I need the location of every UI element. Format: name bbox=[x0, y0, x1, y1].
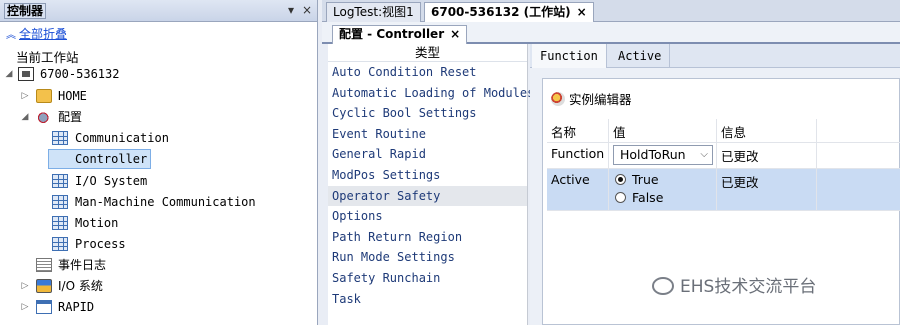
instance-tab-function[interactable]: Function bbox=[532, 44, 607, 68]
double-chevron-up-icon: ︽ bbox=[6, 30, 16, 41]
parameter-row-active[interactable]: Active True False 已更改 bbox=[547, 169, 900, 211]
tree-item-motion[interactable]: Motion bbox=[0, 213, 318, 233]
type-list-item[interactable]: Automatic Loading of Modules bbox=[328, 83, 534, 104]
io-system-icon bbox=[36, 279, 52, 293]
controller-panel: 控制器 ▾ × ︽ 全部折叠 当前工作站 ◢ 6700-536132 ▷ HOME… bbox=[0, 0, 318, 325]
tree-item-io[interactable]: ▷ I/O 系统 bbox=[0, 276, 318, 296]
document-tab-strip: LogTest:视图1 6700-536132 (工作站) × bbox=[322, 0, 900, 22]
folder-icon bbox=[36, 89, 52, 103]
radio-unselected-icon[interactable] bbox=[615, 192, 626, 203]
tab-config-controller[interactable]: 配置 - Controller × bbox=[332, 25, 468, 44]
tree-item-process[interactable]: Process bbox=[0, 234, 318, 254]
wechat-icon bbox=[652, 277, 674, 295]
type-list-item[interactable]: General Rapid bbox=[328, 144, 527, 165]
parameter-name: Function bbox=[547, 143, 609, 168]
type-list-item[interactable]: Task bbox=[328, 289, 527, 310]
topic-grid-icon bbox=[52, 195, 68, 209]
expanded-arrow-icon[interactable]: ◢ bbox=[20, 107, 30, 127]
type-list-header: 类型 bbox=[328, 44, 527, 62]
close-tab-icon[interactable]: × bbox=[450, 27, 460, 41]
type-list-item[interactable]: Cyclic Bool Settings bbox=[328, 103, 527, 124]
column-header-name: 名称 bbox=[547, 119, 609, 142]
event-log-icon bbox=[36, 258, 52, 272]
type-list-item[interactable]: Path Return Region bbox=[328, 227, 527, 248]
type-items: Auto Condition Reset Automatic Loading of… bbox=[328, 62, 534, 310]
column-header-info: 信息 bbox=[717, 119, 817, 142]
tree-item-config[interactable]: ◢ 配置 bbox=[0, 107, 318, 127]
type-list-item[interactable]: Auto Condition Reset bbox=[328, 62, 527, 83]
parameter-grid: 名称 值 信息 Function HoldToRun ⌵ 已更改 Active T… bbox=[547, 119, 900, 211]
type-list-item[interactable]: Operator Safety bbox=[328, 185, 527, 207]
parameter-value-cell: True False bbox=[609, 169, 717, 210]
radio-selected-icon[interactable] bbox=[615, 174, 626, 185]
tree-item-station[interactable]: ◢ 6700-536132 bbox=[0, 64, 318, 84]
type-list-item[interactable]: Options bbox=[328, 206, 527, 227]
controller-icon bbox=[18, 67, 34, 81]
topic-grid-icon bbox=[52, 131, 68, 145]
type-list-item[interactable]: Safety Runchain bbox=[328, 268, 527, 289]
grid-header-row: 名称 值 信息 bbox=[547, 119, 900, 143]
pin-icon[interactable]: ▾ bbox=[284, 3, 298, 17]
parameter-name: Active bbox=[547, 169, 609, 210]
tree-item-controller[interactable]: Controller bbox=[0, 149, 318, 169]
instance-tab-active[interactable]: Active bbox=[610, 44, 671, 68]
collapsed-arrow-icon[interactable]: ▷ bbox=[20, 86, 30, 106]
parameter-row-function[interactable]: Function HoldToRun ⌵ 已更改 bbox=[547, 143, 900, 169]
expanded-arrow-icon[interactable]: ◢ bbox=[4, 64, 14, 84]
tree-item-event-log[interactable]: 事件日志 bbox=[0, 255, 318, 275]
tab-logtest-view[interactable]: LogTest:视图1 bbox=[326, 2, 421, 22]
tree-item-io-system[interactable]: I/O System bbox=[0, 171, 318, 191]
type-list-item[interactable]: Event Routine bbox=[328, 124, 527, 145]
panel-title: 控制器 bbox=[4, 3, 47, 19]
type-list: 类型 Auto Condition Reset Automatic Loading… bbox=[328, 44, 534, 325]
config-tab-strip: 配置 - Controller × bbox=[322, 22, 900, 44]
close-tab-icon[interactable]: × bbox=[577, 5, 587, 19]
tree-item-communication[interactable]: Communication bbox=[0, 128, 318, 148]
topic-grid-icon bbox=[52, 216, 68, 230]
type-list-item[interactable]: Run Mode Settings bbox=[328, 247, 527, 268]
collapsed-arrow-icon[interactable]: ▷ bbox=[20, 297, 30, 317]
parameter-value-cell: HoldToRun ⌵ bbox=[609, 143, 717, 168]
function-value-dropdown[interactable]: HoldToRun ⌵ bbox=[613, 145, 713, 165]
tree-item-rapid[interactable]: ▷ RAPID bbox=[0, 297, 318, 317]
type-list-item[interactable]: ModPos Settings bbox=[328, 165, 527, 186]
collapsed-arrow-icon[interactable]: ▷ bbox=[20, 276, 30, 296]
topic-grid-icon bbox=[52, 237, 68, 251]
tab-station[interactable]: 6700-536132 (工作站) × bbox=[424, 2, 594, 22]
instance-editor-title: 实例编辑器 bbox=[551, 89, 632, 108]
instance-tab-strip: Function Active bbox=[530, 44, 900, 68]
topic-grid-icon bbox=[52, 174, 68, 188]
radio-false[interactable]: False bbox=[615, 189, 663, 207]
column-header-value: 值 bbox=[609, 119, 717, 142]
parameter-info: 已更改 bbox=[717, 143, 817, 168]
tree-item-man-machine[interactable]: Man-Machine Communication bbox=[0, 192, 318, 212]
controller-panel-header: 控制器 ▾ × bbox=[0, 0, 317, 22]
collapse-all-link[interactable]: ︽ 全部折叠 bbox=[6, 25, 67, 42]
chevron-down-icon: ⌵ bbox=[700, 149, 708, 160]
watermark: EHS技术交流平台 bbox=[652, 272, 816, 297]
tree-item-home[interactable]: ▷ HOME bbox=[0, 86, 318, 106]
parameter-info: 已更改 bbox=[717, 169, 817, 210]
instance-editor-icon bbox=[551, 92, 565, 106]
config-gear-icon bbox=[36, 110, 52, 124]
rapid-window-icon bbox=[36, 300, 52, 314]
radio-true[interactable]: True bbox=[615, 171, 659, 189]
close-icon[interactable]: × bbox=[300, 3, 314, 17]
